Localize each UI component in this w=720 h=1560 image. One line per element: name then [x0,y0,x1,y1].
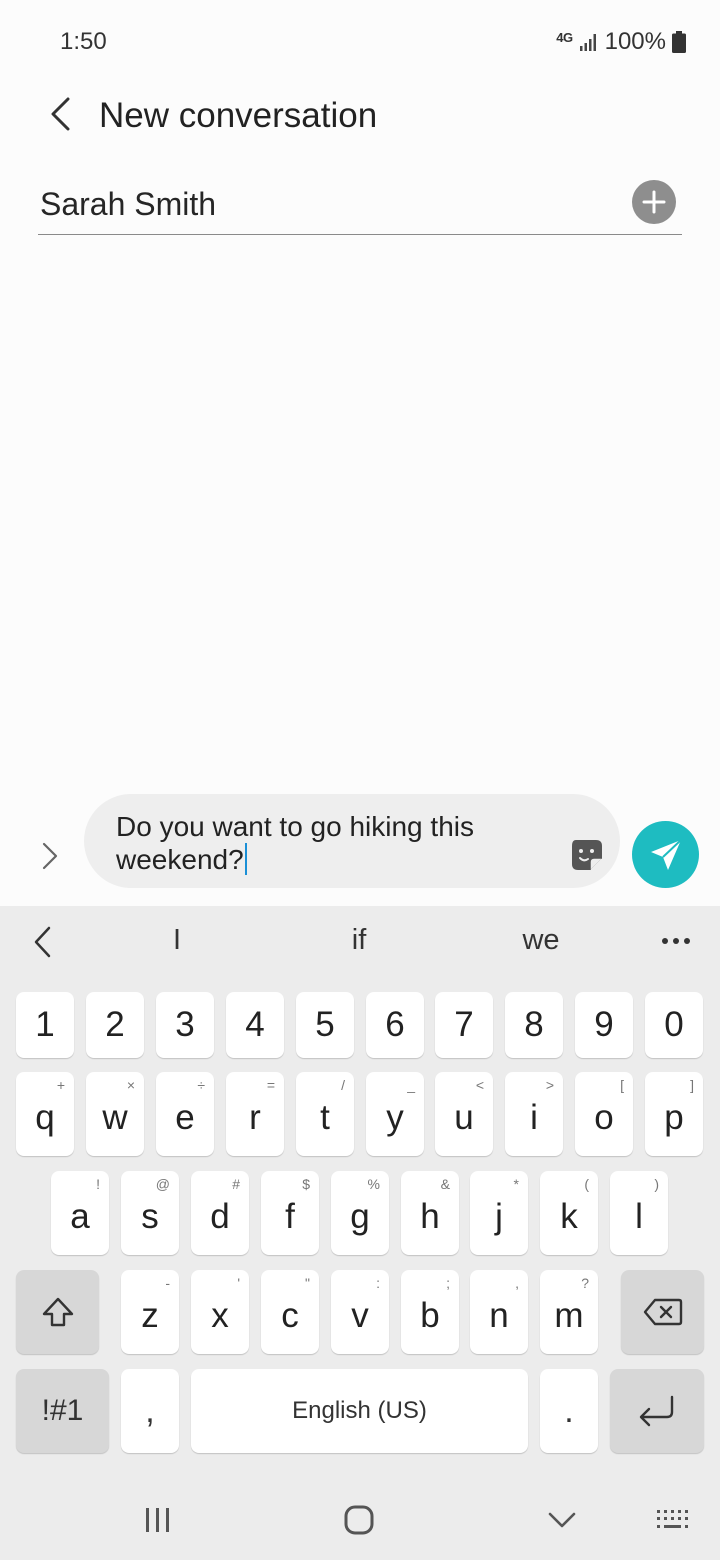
key-1[interactable]: 1 [16,992,74,1058]
enter-key[interactable] [610,1369,704,1453]
backspace-icon [643,1298,682,1326]
key-0[interactable]: 0 [645,992,703,1058]
key-9[interactable]: 9 [575,992,633,1058]
recents-button[interactable] [128,1496,188,1544]
key-s[interactable]: @ s [121,1171,179,1255]
key-2[interactable]: 2 [86,992,144,1058]
symbols-key[interactable]: !#1 [16,1369,109,1453]
key-b[interactable]: ; b [401,1270,459,1354]
key-u[interactable]: < u [435,1072,493,1156]
battery-percent: 100% [604,28,666,55]
shift-icon [42,1297,73,1327]
suggestion-2[interactable]: if [352,924,367,957]
home-button[interactable] [329,1496,389,1544]
space-key[interactable]: English (US) [191,1369,528,1453]
shift-key[interactable] [16,1270,99,1354]
key-4[interactable]: 4 [226,992,284,1058]
keyboard-icon [657,1510,688,1528]
chevron-left-icon [51,97,70,131]
signal-icon [579,34,596,51]
key-r[interactable]: = r [226,1072,284,1156]
chevron-down-icon [548,1512,576,1528]
sticker-icon [572,840,602,870]
expand-attachments-button[interactable] [32,836,68,876]
key-w[interactable]: × w [86,1072,144,1156]
plus-icon [642,190,666,214]
status-icons: 4G 100% [556,28,686,56]
key-e[interactable]: ÷ e [156,1072,214,1156]
key-6[interactable]: 6 [366,992,424,1058]
hide-keyboard-button[interactable] [532,1496,592,1544]
key-h[interactable]: & h [401,1171,459,1255]
message-value: Do you want to go hiking this weekend? [116,811,474,875]
status-time: 1:50 [60,28,107,55]
message-text[interactable]: Do you want to go hiking this weekend? [116,810,536,876]
network-type: 4G [556,29,573,45]
key-t[interactable]: / t [296,1072,354,1156]
keyboard-switch-button[interactable] [643,1496,703,1544]
back-button[interactable] [40,94,80,134]
key-c[interactable]: " c [261,1270,319,1354]
key-q[interactable]: + q [16,1072,74,1156]
recipient-field[interactable]: Sarah Smith [38,172,682,235]
sticker-button[interactable] [570,838,604,872]
period-key[interactable]: . [540,1369,598,1453]
toolbar-toggle-button[interactable] [24,922,60,962]
key-d[interactable]: # d [191,1171,249,1255]
suggestion-3[interactable]: we [522,924,559,957]
add-recipient-button[interactable] [632,180,676,224]
key-j[interactable]: * j [470,1171,528,1255]
key-l[interactable]: ) l [610,1171,668,1255]
more-horizontal-icon [662,938,668,944]
comma-key[interactable]: , [121,1369,179,1453]
key-a[interactable]: ! a [51,1171,109,1255]
page-title: New conversation [99,96,378,135]
text-cursor [244,843,247,875]
key-v[interactable]: :v [331,1270,389,1354]
status-bar: 1:50 4G 100% [0,0,720,80]
send-button[interactable] [632,821,699,888]
chevron-left-icon [34,926,51,958]
message-input[interactable]: Do you want to go hiking this weekend? [84,794,620,888]
key-p[interactable]: ] p [645,1072,703,1156]
key-x[interactable]: ' x [191,1270,249,1354]
send-icon [650,838,682,870]
suggestion-1[interactable]: I [173,924,181,957]
enter-icon [639,1395,674,1427]
key-k[interactable]: (k [540,1171,598,1255]
key-3[interactable]: 3 [156,992,214,1058]
backspace-key[interactable] [621,1270,704,1354]
recipient-chip[interactable]: Sarah Smith [40,186,216,223]
chevron-right-icon [42,842,58,870]
recents-icon [146,1508,169,1532]
key-z[interactable]: -z [121,1270,179,1354]
key-7[interactable]: 7 [435,992,493,1058]
home-icon [344,1505,374,1535]
key-o[interactable]: [o [575,1072,633,1156]
key-y[interactable]: _ y [366,1072,424,1156]
suggestion-bar: I if we [0,906,720,976]
key-8[interactable]: 8 [505,992,563,1058]
key-f[interactable]: $ f [261,1171,319,1255]
key-m[interactable]: ? m [540,1270,598,1354]
key-n[interactable]: ,n [470,1270,528,1354]
more-options-button[interactable] [662,938,690,944]
keyboard: I if we 1 2 3 4 5 6 7 8 9 0 + q × w ÷ e = r … [0,906,720,1560]
key-5[interactable]: 5 [296,992,354,1058]
key-g[interactable]: % g [331,1171,389,1255]
battery-icon [672,31,686,53]
key-i[interactable]: > i [505,1072,563,1156]
